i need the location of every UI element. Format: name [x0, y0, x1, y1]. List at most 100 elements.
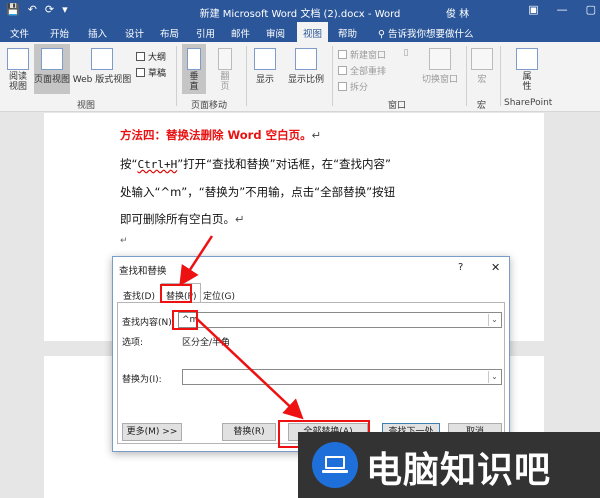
- tab-goto[interactable]: 定位(G): [203, 289, 235, 302]
- side-to-side-button[interactable]: 翻 页: [214, 48, 236, 92]
- ribbon: 阅读 视图 页面视图 Web 版式视图 大纲 草稿 视图 垂直 翻 页 页面移动…: [0, 42, 600, 112]
- divider: [176, 46, 177, 106]
- divider: [246, 46, 247, 106]
- tell-me-label: 告诉我你想要做什么: [387, 29, 474, 40]
- find-what-label: 查找内容(N):: [122, 318, 175, 328]
- read-mode-icon: [7, 48, 29, 70]
- line1-start: 按“: [120, 157, 138, 171]
- print-layout-label: 页面视图: [34, 75, 71, 85]
- find-what-input[interactable]: ^m ⌄: [178, 312, 502, 328]
- vertical-icon: [187, 48, 201, 70]
- tab-layout[interactable]: 布局: [160, 26, 179, 40]
- arrange-all-label: 全部重排: [350, 67, 387, 77]
- close-icon[interactable]: ✕: [491, 261, 500, 274]
- paragraph-mark: ↵: [235, 212, 245, 226]
- more-button[interactable]: 更多(M) >>: [122, 423, 182, 441]
- macros-label: 宏: [477, 75, 487, 85]
- side-by-side-icon[interactable]: ▯: [398, 48, 414, 58]
- tab-find[interactable]: 查找(D): [123, 289, 155, 302]
- tab-design[interactable]: 设计: [125, 26, 144, 40]
- sharepoint-group-label: SharePoint: [504, 98, 553, 108]
- switch-window-label: 切换窗口: [421, 75, 458, 85]
- lightbulb-icon: ⚲: [378, 29, 388, 40]
- minimize-icon[interactable]: —: [557, 3, 568, 16]
- outline-icon: [136, 52, 145, 61]
- side-to-side-label: 翻 页: [220, 72, 230, 92]
- new-window-icon: [338, 50, 347, 59]
- divider: [466, 46, 467, 106]
- macros-button[interactable]: 宏: [470, 48, 494, 85]
- show-button[interactable]: 显示: [252, 48, 278, 85]
- zoom-icon: [295, 48, 317, 70]
- replace-tab-highlight: [160, 284, 192, 303]
- document-paragraph: 处输入“^m”，“替换为”不用输，点击“全部替换”按钮: [120, 185, 396, 199]
- heading-text: 方法四：替换法删除 Word 空白页。: [120, 128, 312, 142]
- tab-view[interactable]: 视图: [297, 22, 329, 42]
- zoom-label: 显示比例: [287, 75, 324, 85]
- chevron-down-icon[interactable]: ⌄: [488, 314, 500, 326]
- document-paragraph: 即可删除所有空白页。↵: [120, 211, 245, 227]
- side-to-side-icon: [218, 48, 232, 70]
- tab-home[interactable]: 开始: [50, 26, 69, 40]
- title-bar: 💾 ↶ ⟳ ▾ 新建 Microsoft Word 文档 (2).docx - …: [0, 0, 600, 22]
- empty-paragraph-mark: ↵: [120, 236, 128, 246]
- ribbon-tabs: 文件 开始 插入 设计 布局 引用 邮件 审阅 视图 帮助 ⚲ 告诉我你想要做什…: [0, 22, 600, 42]
- print-layout-button[interactable]: 页面视图: [34, 44, 70, 94]
- show-icon: [254, 48, 276, 70]
- window-group-label: 窗口: [388, 101, 407, 111]
- web-layout-icon: [91, 48, 113, 70]
- replace-with-input[interactable]: ⌄: [182, 369, 502, 385]
- tell-me[interactable]: ⚲ 告诉我你想要做什么: [378, 26, 474, 40]
- show-label: 显示: [255, 75, 274, 85]
- outline-button[interactable]: 大纲: [136, 50, 166, 63]
- tab-help[interactable]: 帮助: [338, 26, 357, 40]
- line3-text: 即可删除所有空白页。: [120, 212, 235, 226]
- draft-button[interactable]: 草稿: [136, 66, 166, 79]
- properties-button[interactable]: 属 性: [510, 48, 544, 92]
- vertical-label: 垂直: [189, 72, 199, 92]
- chevron-down-icon[interactable]: ⌄: [488, 371, 500, 383]
- outline-label: 大纲: [148, 53, 167, 63]
- tab-references[interactable]: 引用: [196, 26, 215, 40]
- help-icon[interactable]: ?: [458, 262, 463, 273]
- macros-group-label: 宏: [477, 101, 487, 111]
- switch-window-icon: [429, 48, 451, 70]
- paragraph-mark: ↵: [311, 128, 322, 142]
- web-layout-label: Web 版式视图: [72, 75, 132, 85]
- properties-icon: [516, 48, 538, 70]
- line1-end: ”打开“查找和替换”对话框，在“查找内容”: [177, 157, 392, 171]
- laptop-icon: [312, 442, 358, 488]
- maximize-icon[interactable]: ▢: [586, 3, 596, 16]
- options-label: 选项:: [122, 338, 144, 348]
- tab-review[interactable]: 审阅: [266, 26, 285, 40]
- read-mode-label: 阅读 视图: [8, 72, 27, 92]
- split-button[interactable]: 拆分: [338, 80, 368, 93]
- zoom-button[interactable]: 显示比例: [286, 48, 326, 85]
- tab-mailings[interactable]: 邮件: [231, 26, 250, 40]
- shortcut-text: Ctrl+H: [137, 158, 178, 171]
- views-group-label: 视图: [77, 101, 96, 111]
- arrange-all-icon: [338, 66, 347, 75]
- window-title: 新建 Microsoft Word 文档 (2).docx - Word: [199, 9, 401, 20]
- print-layout-icon: [41, 48, 63, 70]
- new-window-label: 新建窗口: [350, 51, 387, 61]
- replace-with-label: 替换为(I):: [122, 375, 162, 385]
- replace-button[interactable]: 替换(R): [222, 423, 276, 441]
- tab-file[interactable]: 文件: [10, 26, 29, 40]
- web-layout-button[interactable]: Web 版式视图: [72, 48, 132, 85]
- tab-insert[interactable]: 插入: [88, 26, 107, 40]
- draft-label: 草稿: [148, 69, 167, 79]
- watermark-text: 电脑知识吧: [366, 450, 552, 491]
- watermark: 电脑知识吧: [298, 432, 600, 498]
- new-window-button[interactable]: 新建窗口: [338, 48, 386, 61]
- document-paragraph: 按“Ctrl+H”打开“查找和替换”对话框，在“查找内容”: [120, 156, 391, 172]
- user-name[interactable]: 俊 林: [446, 5, 469, 20]
- vertical-button[interactable]: 垂直: [182, 44, 206, 94]
- arrange-all-button[interactable]: 全部重排: [338, 64, 386, 77]
- draft-icon: [136, 68, 145, 77]
- find-input-highlight: [172, 310, 198, 330]
- page-move-group-label: 页面移动: [191, 101, 228, 111]
- switch-window-button[interactable]: 切换窗口: [418, 48, 462, 85]
- ribbon-display-icon[interactable]: ▣: [528, 3, 538, 16]
- read-mode-button[interactable]: 阅读 视图: [4, 48, 32, 92]
